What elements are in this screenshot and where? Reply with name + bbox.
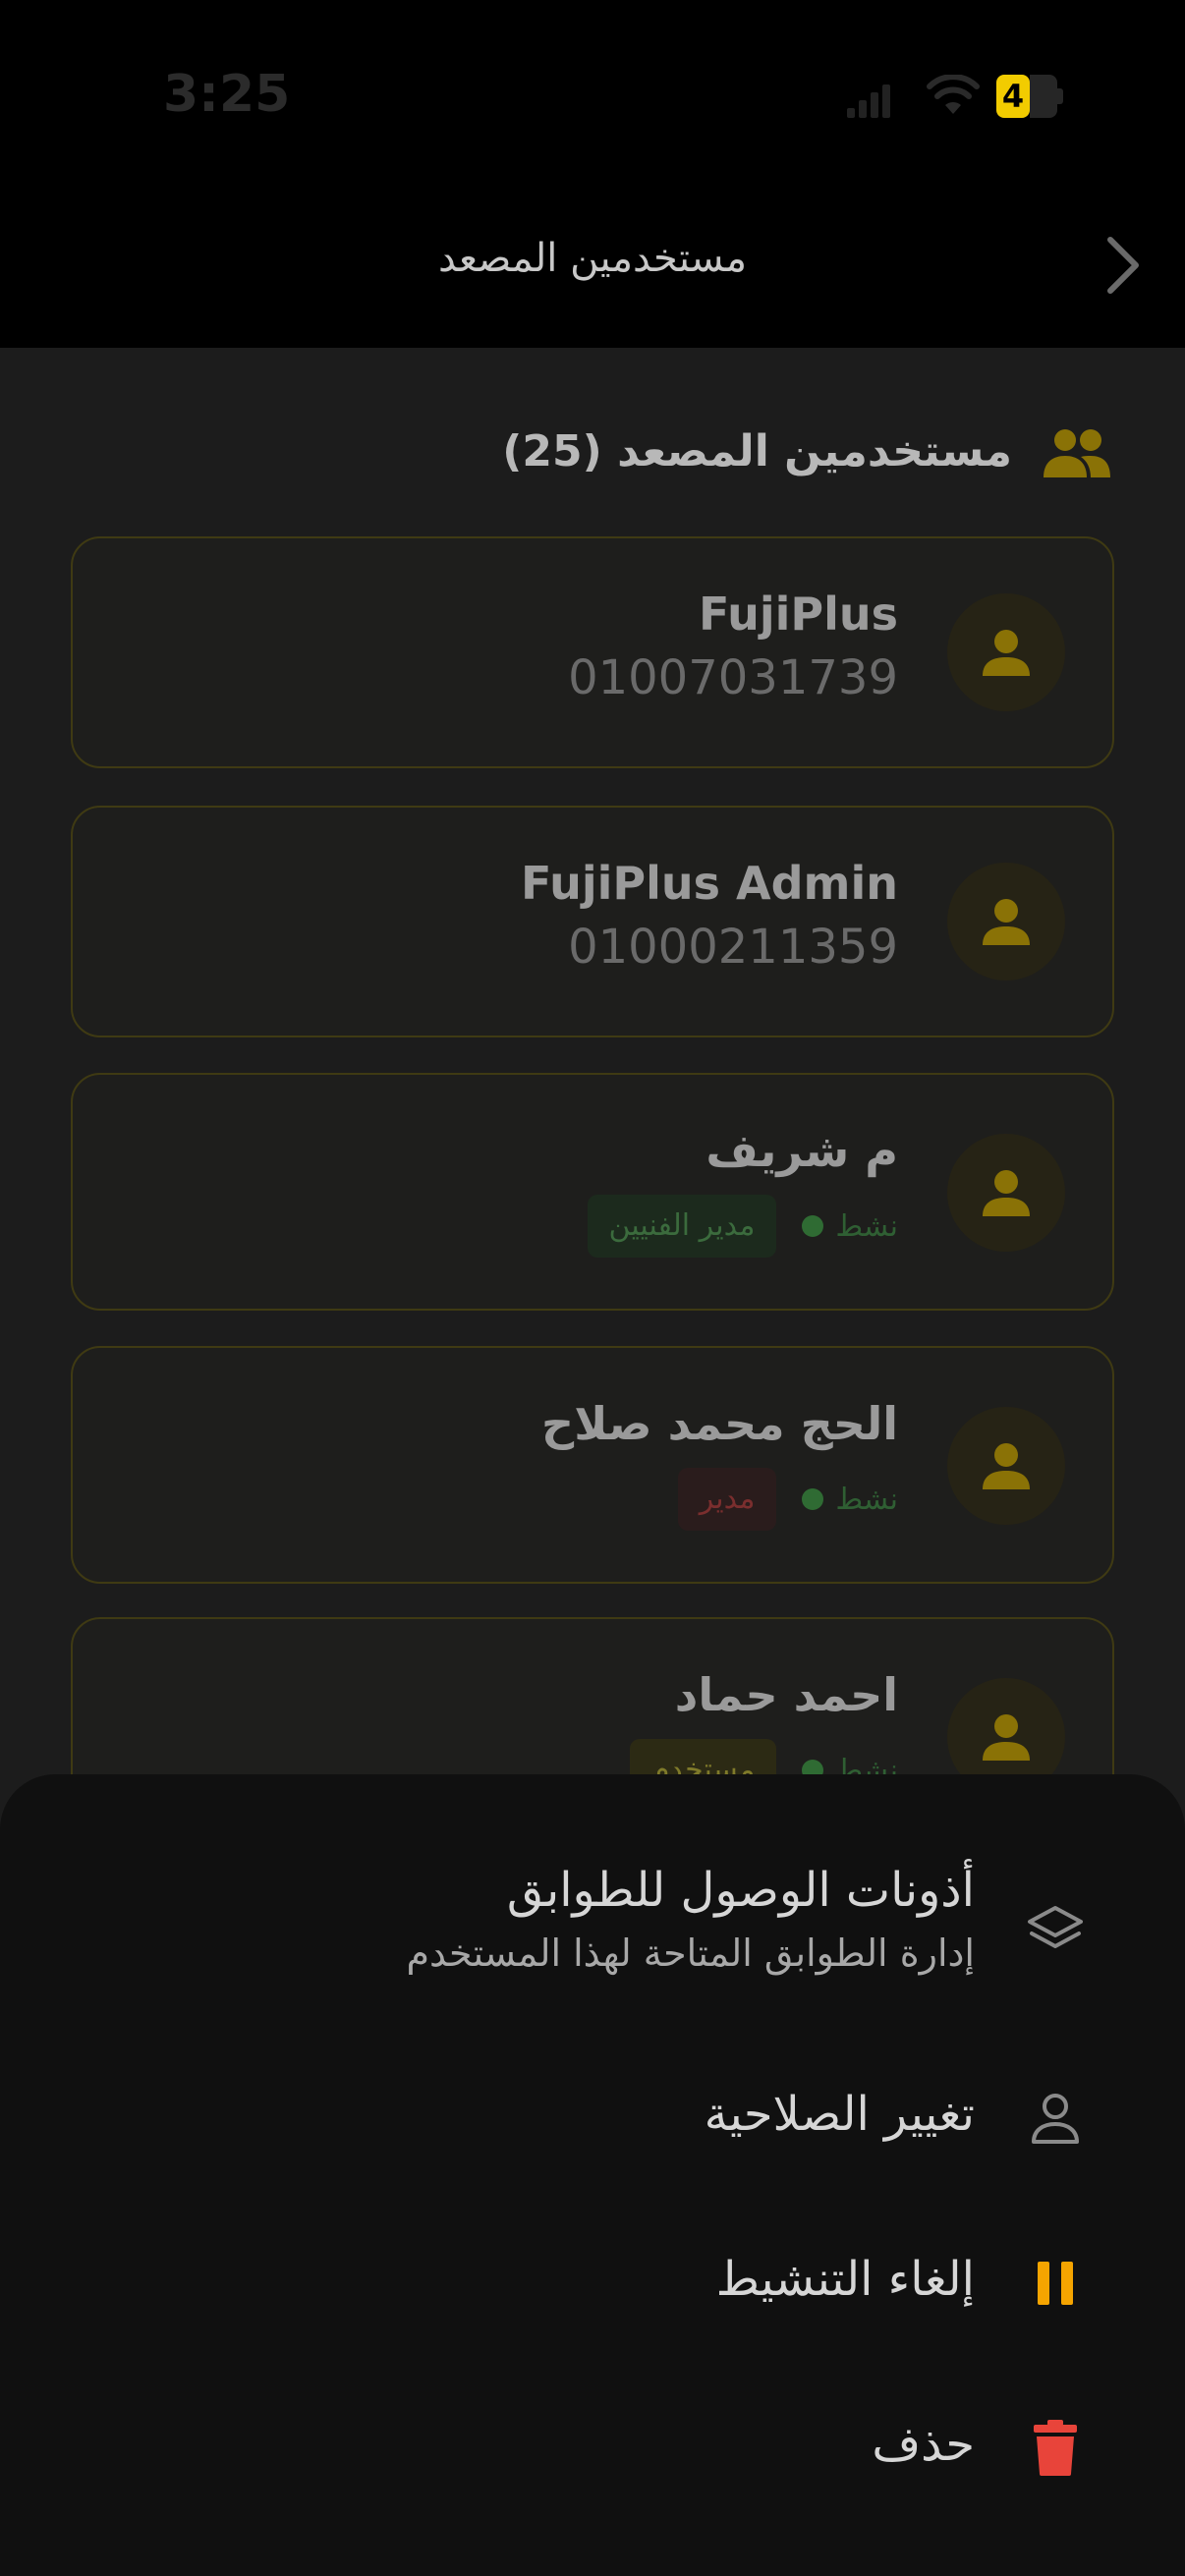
deactivate-label: إلغاء التنشيط (715, 2252, 975, 2307)
user-card[interactable]: م شريف مدير الفنيين نشط (71, 1073, 1114, 1311)
floor-access-permissions-item[interactable]: أذونات الوصول للطوابق إدارة الطوابق المت… (0, 1863, 1185, 2010)
user-phone: 01007031739 (568, 650, 898, 705)
avatar (947, 863, 1065, 980)
page-title: مستخدمين المصعد (437, 236, 748, 281)
person-icon (983, 1443, 1030, 1489)
user-card[interactable]: FujiPlus Admin 01000211359 (71, 806, 1114, 1037)
status-dot-icon (802, 1215, 824, 1237)
deactivate-item[interactable]: إلغاء التنشيط (0, 2234, 1185, 2342)
delete-label: حذف (872, 2417, 975, 2472)
status-text: نشط (835, 1208, 898, 1244)
avatar (947, 1134, 1065, 1252)
layers-icon (1028, 1906, 1083, 1948)
change-permission-item[interactable]: تغيير الصلاحية (0, 2069, 1185, 2177)
user-tags: مدير الفنيين نشط (587, 1195, 898, 1258)
status-badge: نشط (802, 1209, 898, 1244)
floor-access-label: أذونات الوصول للطوابق (506, 1863, 975, 1918)
person-icon (983, 1714, 1030, 1761)
change-permission-label: تغيير الصلاحية (704, 2087, 975, 2142)
user-name: FujiPlus (698, 588, 898, 641)
user-name: احمد حماد (674, 1668, 898, 1721)
wifi-icon (927, 75, 980, 114)
top-bar: 3:25 4 مستخدمين المصعد (0, 0, 1185, 348)
user-phone: 01000211359 (568, 920, 898, 975)
user-tags: مدير نشط (677, 1468, 898, 1531)
status-bar: 3:25 4 (0, 59, 1185, 138)
battery-icon: 4 (996, 75, 1065, 118)
user-actions-sheet: أذونات الوصول للطوابق إدارة الطوابق المت… (0, 1774, 1185, 2576)
delete-item[interactable]: حذف (0, 2399, 1185, 2507)
role-badge: مدير الفنيين (587, 1195, 777, 1258)
avatar (947, 1407, 1065, 1525)
user-card[interactable]: الحج محمد صلاح مدير نشط (71, 1346, 1114, 1584)
user-name: م شريف (705, 1124, 898, 1177)
status-dot-icon (802, 1488, 824, 1510)
battery-level: 4 (996, 75, 1030, 118)
floor-access-subtitle: إدارة الطوابق المتاحة لهذا المستخدم (406, 1932, 975, 1975)
user-name: الحج محمد صلاح (541, 1397, 898, 1450)
cellular-signal-icon (847, 84, 890, 118)
section-title: مستخدمين المصعد (25) (502, 426, 1012, 476)
person-icon (983, 1170, 1030, 1216)
back-chevron-icon[interactable] (1093, 230, 1152, 301)
status-badge: نشط (802, 1483, 898, 1517)
users-section-header: مستخدمين المصعد (25) (502, 420, 1120, 489)
role-badge: مدير (677, 1468, 777, 1531)
person-icon (983, 899, 1030, 945)
trash-icon (1034, 2420, 1077, 2476)
people-icon (1044, 429, 1110, 477)
status-time: 3:25 (163, 65, 291, 124)
user-name: FujiPlus Admin (520, 857, 898, 910)
person-icon (983, 630, 1030, 676)
status-text: نشط (835, 1482, 898, 1517)
person-outline-icon (1032, 2094, 1079, 2144)
avatar (947, 593, 1065, 711)
user-card[interactable]: FujiPlus 01007031739 (71, 536, 1114, 768)
pause-icon (1038, 2262, 1073, 2305)
